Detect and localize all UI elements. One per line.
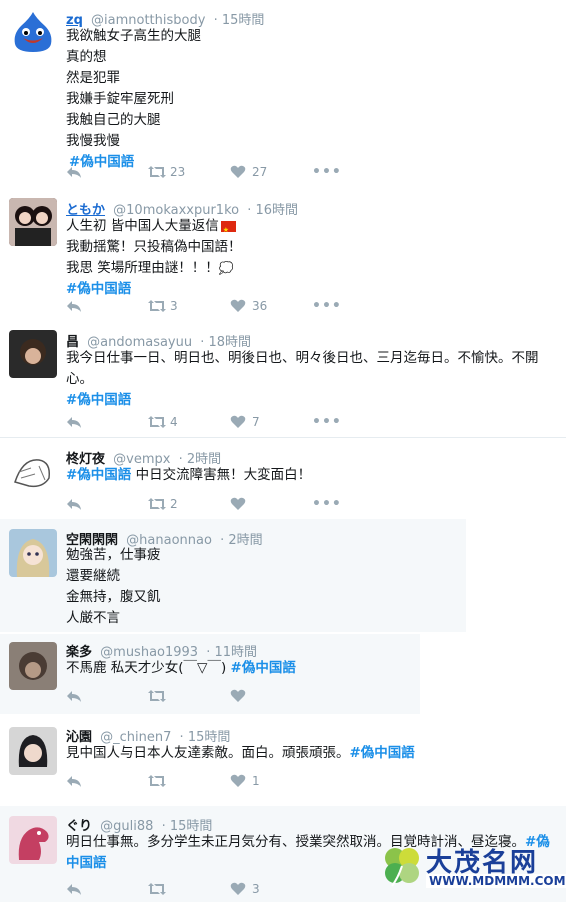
tweet-text: 我欲触女子高生的大腿 真的想 然是犯罪 我嫌手錠牢屋死刑 我触自己的大腿 我慢我… xyxy=(66,26,201,173)
hashtag-link[interactable]: #偽中国語 xyxy=(66,279,242,300)
more-button[interactable]: ••• xyxy=(312,298,342,316)
photo-avatar-icon xyxy=(9,727,57,775)
heart-icon xyxy=(230,882,246,895)
tweet-actions: 23 27 ••• xyxy=(66,164,366,182)
heart-icon xyxy=(230,689,246,702)
sketch-avatar-icon xyxy=(14,459,51,488)
hashtag-link[interactable]: #偽中国語 xyxy=(66,467,131,483)
reply-icon xyxy=(67,167,81,178)
avatar[interactable] xyxy=(9,642,57,690)
speech-bubble-icon: 💭 xyxy=(218,261,234,275)
more-icon: ••• xyxy=(312,164,342,180)
slime-avatar-icon xyxy=(14,12,52,52)
retweet-icon xyxy=(148,498,166,510)
tweet-text: 不馬鹿 私天才少女(￣▽￣) #偽中国語 xyxy=(66,660,296,676)
reply-icon xyxy=(67,417,81,428)
retweet-icon xyxy=(148,166,166,178)
more-icon: ••• xyxy=(312,496,342,512)
tweet-text: #偽中国語 中日交流障害無！大変面白！ xyxy=(66,467,312,483)
timestamp[interactable]: · 15時間 xyxy=(214,13,265,28)
avatar[interactable] xyxy=(9,448,57,496)
more-button[interactable]: ••• xyxy=(312,164,342,182)
heart-icon xyxy=(230,165,246,178)
avatar[interactable] xyxy=(9,330,57,378)
retweet-icon xyxy=(148,775,166,787)
more-icon: ••• xyxy=(312,414,342,430)
more-button[interactable]: ••• xyxy=(312,414,342,432)
tweet-text: 我今日仕事一日、明日也、明後日也、明々後日也、三月迄毎日。不愉快。不開 心。 #… xyxy=(66,348,560,411)
reply-icon xyxy=(67,884,81,895)
more-button[interactable]: ••• xyxy=(312,496,342,514)
like-count: 3 xyxy=(252,882,260,896)
like-count: 1 xyxy=(252,774,260,788)
tweet-actions: 1 xyxy=(66,773,366,791)
tweet-text: 見中国人与日本人友達素敵。面白。頑張頑張。#偽中国語 xyxy=(66,745,415,761)
watermark-url: WWW.MDMMM.COM xyxy=(426,874,566,888)
clover-logo-icon xyxy=(385,848,419,887)
tweet-text: 人生初 皆中国人大量返信 我動揺驚！只投稿偽中国語！ 我思 笑場所理由謎！！！💭… xyxy=(66,216,242,300)
timestamp[interactable]: · 2時間 xyxy=(220,533,263,548)
hashtag-link[interactable]: #偽中国語 xyxy=(350,745,415,761)
tweet-actions: 4 7 ••• xyxy=(66,414,366,432)
avatar[interactable] xyxy=(9,816,57,864)
avatar[interactable] xyxy=(9,727,57,775)
tweet-5: 空閑閑閑 @hanaonnao · 2時間 勉強苦，仕事疲 還要継続 金無持，腹… xyxy=(0,519,466,632)
tweet-7: 沁園 @_chinen7 · 15時間 見中国人与日本人友達素敵。面白。頑張頑張… xyxy=(0,718,566,804)
avatar[interactable] xyxy=(9,529,57,577)
reply-icon xyxy=(67,301,81,312)
retweet-count: 3 xyxy=(170,299,178,313)
avatar[interactable] xyxy=(9,8,57,56)
heart-icon xyxy=(230,774,246,787)
site-watermark: 大茂名网 WWW.MDMMM.COM xyxy=(378,840,566,896)
reply-icon xyxy=(67,776,81,787)
retweet-icon xyxy=(148,690,166,702)
heart-icon xyxy=(230,299,246,312)
tweet-4: 柊灯夜 @vempx · 2時間 #偽中国語 中日交流障害無！大変面白！ 2 •… xyxy=(0,437,566,518)
retweet-count: 23 xyxy=(170,165,186,179)
avatar[interactable] xyxy=(9,198,57,246)
reply-icon xyxy=(67,691,81,702)
tweet-1: zq @iamnotthisbody · 15時間 我欲触女子高生的大腿 真的想… xyxy=(0,0,566,190)
dinosaur-avatar-icon xyxy=(9,816,57,864)
more-icon: ••• xyxy=(312,298,342,314)
china-flag-icon xyxy=(220,220,236,241)
retweet-icon xyxy=(148,300,166,312)
tweet-actions: 3 36 ••• xyxy=(66,298,366,316)
tweet-text: 勉強苦，仕事疲 還要継続 金無持，腹又飢 人厳不言 xyxy=(66,547,161,626)
photo-avatar-icon xyxy=(9,642,57,690)
anime-avatar-icon xyxy=(9,529,57,577)
retweet-count: 4 xyxy=(170,415,178,429)
timestamp[interactable]: · 16時間 xyxy=(247,203,298,218)
hashtag-link[interactable]: #偽中国語 xyxy=(66,390,560,411)
hashtag-link[interactable]: #偽中国語 xyxy=(231,660,296,676)
tweet-actions: 2 ••• xyxy=(66,496,366,514)
photo-avatar-icon xyxy=(9,330,57,378)
photo-avatar-icon xyxy=(9,198,57,246)
retweet-count: 2 xyxy=(170,497,178,511)
reply-icon xyxy=(67,499,81,510)
tweet-2: ともか @10mokaxxpur1ko · 16時間 人生初 皆中国人大量返信 … xyxy=(0,190,566,320)
tweet-actions: 3 xyxy=(66,881,366,899)
hashtag-link-cont[interactable]: 中国語 xyxy=(66,855,107,871)
like-count: 27 xyxy=(252,165,268,179)
retweet-icon xyxy=(148,883,166,895)
like-count: 7 xyxy=(252,415,260,429)
like-count: 36 xyxy=(252,299,268,313)
tweet-actions xyxy=(66,688,366,706)
heart-icon xyxy=(230,415,246,428)
heart-icon xyxy=(230,497,246,510)
tweet-6: 楽多 @mushao1993 · 11時間 不馬鹿 私天才少女(￣▽￣) #偽中… xyxy=(0,634,420,714)
retweet-icon xyxy=(148,416,166,428)
tweet-3: 昌 @andomasayuu · 18時間 我今日仕事一日、明日也、明後日也、明… xyxy=(0,320,566,437)
